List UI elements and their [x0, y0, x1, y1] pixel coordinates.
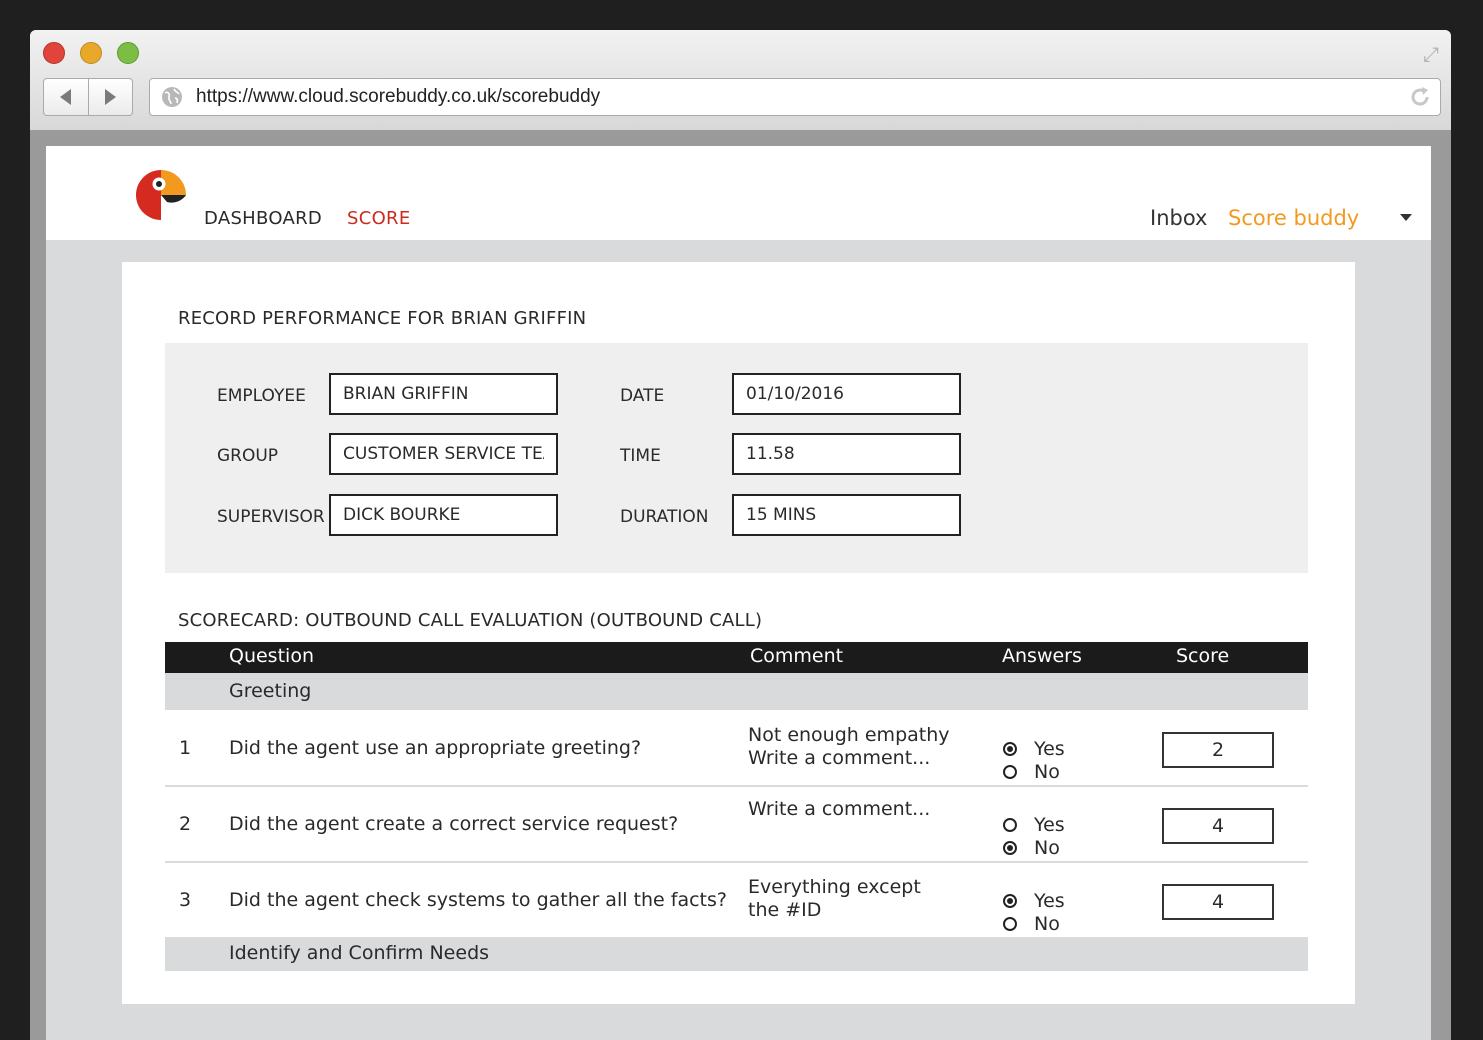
browser-toolbar: ⤢ https://www.cloud.scorebuddy.co.uk/sco…	[30, 30, 1451, 131]
table-row: 1 Did the agent use an appropriate greet…	[165, 710, 1308, 787]
comment-cell[interactable]: Everything except the #ID	[748, 876, 921, 922]
duration-label: DURATION	[620, 507, 709, 527]
record-details-panel: EMPLOYEE GROUP SUPERVISOR DATE TIME DURA…	[165, 343, 1308, 573]
answer-no-label: No	[1034, 913, 1060, 935]
radio-unselected-icon	[1003, 818, 1017, 832]
radio-selected-icon	[1003, 841, 1017, 855]
radio-unselected-icon	[1003, 765, 1017, 779]
section-row: Identify and Confirm Needs	[165, 937, 1308, 971]
url-text: https://www.cloud.scorebuddy.co.uk/score…	[196, 86, 601, 107]
form-title: RECORD PERFORMANCE FOR BRIAN GRIFFIN	[178, 308, 587, 329]
answer-no-radio[interactable]: No	[1003, 761, 1060, 783]
comment-placeholder: Write a comment...	[748, 798, 931, 820]
question-text: Did the agent use an appropriate greetin…	[229, 737, 642, 759]
answer-no-label: No	[1034, 761, 1060, 783]
forward-arrow-icon	[104, 89, 116, 105]
answer-yes-radio[interactable]: Yes	[1003, 890, 1065, 912]
score-input[interactable]: 2	[1162, 732, 1274, 768]
back-arrow-icon	[60, 89, 72, 105]
scorecard-title: SCORECARD: OUTBOUND CALL EVALUATION (OUT…	[178, 610, 763, 631]
answers-column-header: Answers	[1002, 645, 1082, 667]
nav-dashboard-link[interactable]: DASHBOARD	[204, 208, 322, 229]
duration-field[interactable]	[732, 494, 961, 536]
time-field[interactable]	[732, 433, 961, 475]
employee-field[interactable]	[329, 373, 558, 415]
comment-placeholder: Write a comment...	[748, 747, 931, 769]
answer-no-radio[interactable]: No	[1003, 913, 1060, 935]
answer-no-label: No	[1034, 837, 1060, 859]
table-row: 3 Did the agent check systems to gather …	[165, 862, 1308, 937]
zoom-window-button[interactable]	[117, 42, 139, 64]
comment-text: the #ID	[748, 899, 822, 921]
question-column-header: Question	[229, 645, 314, 667]
score-column-header: Score	[1176, 645, 1230, 667]
inbox-link[interactable]: Inbox	[1150, 206, 1207, 230]
supervisor-label: SUPERVISOR	[217, 507, 325, 527]
supervisor-field[interactable]	[329, 494, 558, 536]
app-header: DASHBOARD SCORE Inbox Score buddy	[46, 146, 1431, 240]
fullscreen-icon[interactable]: ⤢	[1419, 42, 1443, 66]
answer-no-radio[interactable]: No	[1003, 837, 1060, 859]
parrot-logo-icon[interactable]	[134, 168, 188, 222]
employee-label: EMPLOYEE	[217, 386, 306, 406]
answer-yes-radio[interactable]: Yes	[1003, 814, 1065, 836]
question-text: Did the agent create a correct service r…	[229, 813, 679, 835]
section-row: Greeting	[165, 673, 1308, 710]
browser-window: ⤢ https://www.cloud.scorebuddy.co.uk/sco…	[30, 30, 1451, 1040]
score-input[interactable]: 4	[1162, 808, 1274, 844]
question-number: 1	[179, 737, 192, 759]
radio-unselected-icon	[1003, 917, 1017, 931]
answer-yes-label: Yes	[1034, 814, 1065, 836]
table-row: 2 Did the agent create a correct service…	[165, 786, 1308, 863]
answer-yes-radio[interactable]: Yes	[1003, 738, 1065, 760]
group-field[interactable]	[329, 433, 558, 475]
radio-selected-icon	[1003, 894, 1017, 908]
group-label: GROUP	[217, 446, 279, 466]
comment-cell[interactable]: Not enough empathy Write a comment...	[748, 724, 950, 770]
radio-selected-icon	[1003, 742, 1017, 756]
section-title: Greeting	[229, 680, 312, 702]
comment-text: Not enough empathy	[748, 724, 950, 746]
minimize-window-button[interactable]	[80, 42, 102, 64]
performance-card: RECORD PERFORMANCE FOR BRIAN GRIFFIN EMP…	[122, 262, 1355, 1004]
close-window-button[interactable]	[43, 42, 65, 64]
time-label: TIME	[620, 446, 661, 466]
answer-yes-label: Yes	[1034, 738, 1065, 760]
globe-icon	[162, 87, 182, 107]
date-label: DATE	[620, 386, 665, 406]
comment-text: Everything except	[748, 876, 921, 898]
section-title: Identify and Confirm Needs	[229, 942, 490, 964]
question-number: 2	[179, 813, 192, 835]
reload-icon[interactable]	[1408, 85, 1432, 109]
user-menu-name[interactable]: Score buddy	[1228, 206, 1359, 230]
question-text: Did the agent check systems to gather al…	[229, 889, 727, 911]
question-number: 3	[179, 889, 192, 911]
forward-button[interactable]	[87, 79, 133, 115]
address-bar[interactable]: https://www.cloud.scorebuddy.co.uk/score…	[149, 78, 1441, 116]
score-input[interactable]: 4	[1162, 884, 1274, 920]
comment-cell[interactable]: Write a comment...	[748, 798, 930, 821]
back-button[interactable]	[44, 79, 88, 115]
answer-yes-label: Yes	[1034, 890, 1065, 912]
nav-score-link[interactable]: SCORE	[347, 208, 411, 229]
chevron-down-icon[interactable]	[1400, 214, 1412, 221]
comment-column-header: Comment	[750, 645, 844, 667]
page-viewport: DASHBOARD SCORE Inbox Score buddy RECORD…	[46, 146, 1431, 1040]
history-buttons	[43, 78, 133, 116]
scorecard-table-header: Question Comment Answers Score	[165, 642, 1308, 673]
date-field[interactable]	[732, 373, 961, 415]
